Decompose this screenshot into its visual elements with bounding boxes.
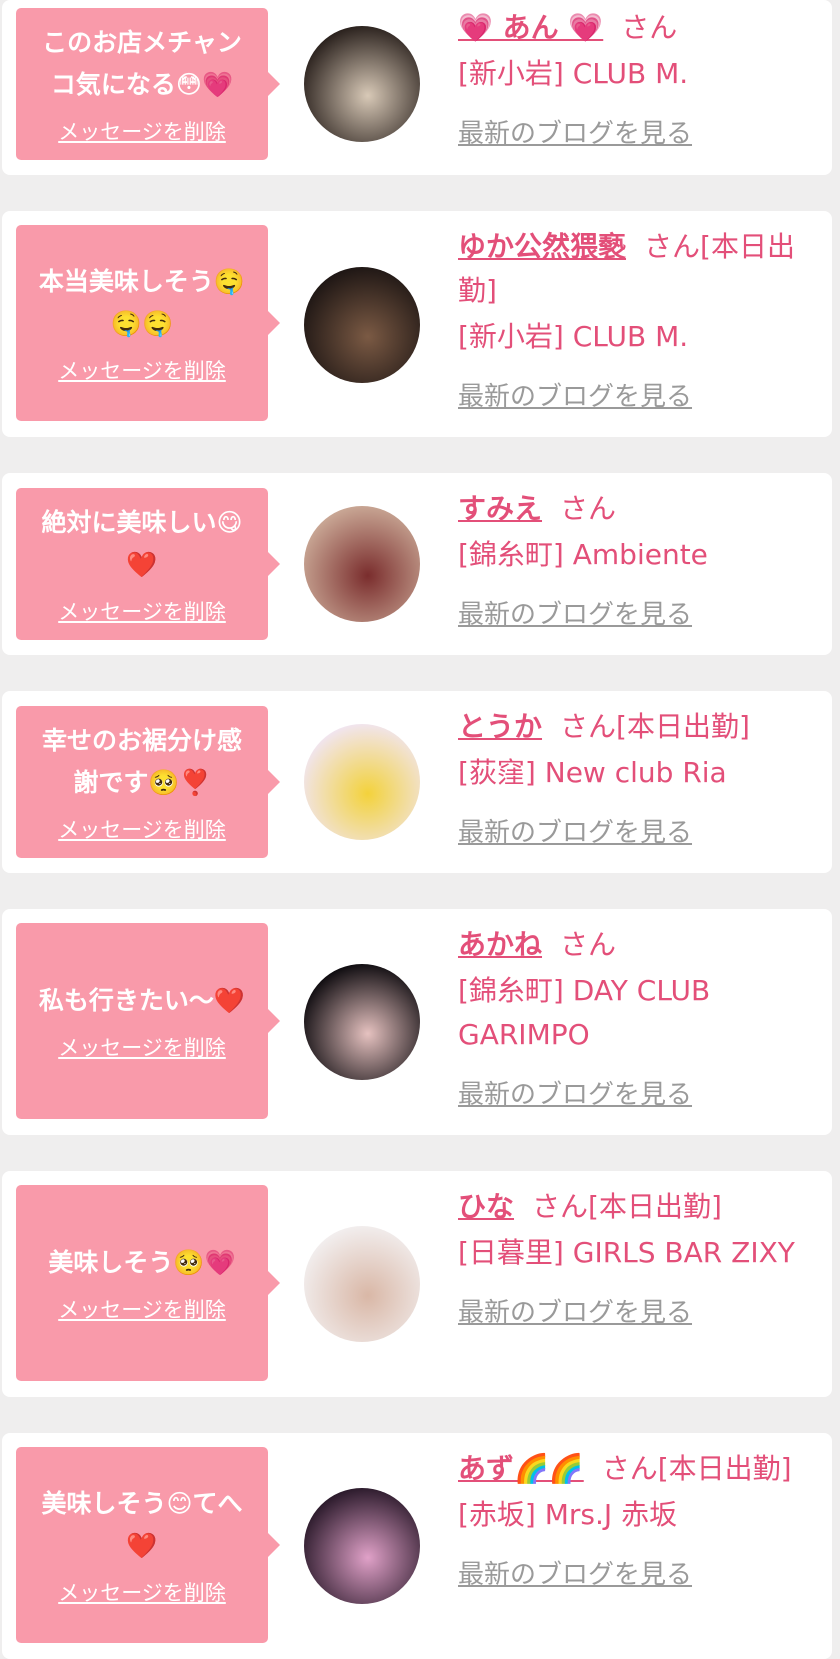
name-line: あかね さん	[458, 923, 798, 967]
honorific: さん	[621, 11, 678, 44]
girl-name-link[interactable]: とうか	[458, 710, 542, 743]
name-line: すみえ さん	[458, 487, 798, 531]
message-card: このお店メチャン コ気になる😳💗 メッセージを削除 💗 あん 💗 さん [新小岩]…	[2, 0, 832, 175]
avatar[interactable]	[304, 506, 420, 622]
message-text: 美味しそう🥺💗	[48, 1248, 236, 1277]
girl-info: ゆか公然猥褻 さん[本日出勤] [新小岩] CLUB M. 最新のブログを見る	[458, 225, 798, 419]
delete-message-link[interactable]: メッセージを削除	[58, 814, 226, 844]
avatar[interactable]	[304, 1488, 420, 1604]
shop-name: [錦糸町] DAY CLUB GARIMPO	[458, 974, 711, 1051]
message-bubble: 幸せのお裾分け感 謝です🥺❣️ メッセージを削除	[16, 706, 280, 858]
message-bubble: 美味しそう😊てへ ❤️ メッセージを削除	[16, 1447, 280, 1643]
latest-blog-link[interactable]: 最新のブログを見る	[458, 1291, 692, 1335]
girl-info: 💗 あん 💗 さん [新小岩] CLUB M. 最新のブログを見る	[458, 6, 798, 156]
avatar[interactable]	[304, 724, 420, 840]
name-line: とうか さん[本日出勤]	[458, 705, 798, 749]
message-bubble: 絶対に美味しい😋 ❤️ メッセージを削除	[16, 488, 280, 640]
message-card: 私も行きたい〜❤️ メッセージを削除 あかね さん [錦糸町] DAY CLUB …	[2, 909, 832, 1135]
girl-name-link[interactable]: あず🌈🌈	[458, 1452, 584, 1485]
name-line: ゆか公然猥褻 さん[本日出勤]	[458, 225, 798, 313]
girl-name-link[interactable]: ゆか公然猥褻	[458, 230, 626, 263]
delete-message-link[interactable]: メッセージを削除	[58, 1577, 226, 1607]
honorific: さん	[560, 928, 617, 961]
latest-blog-link[interactable]: 最新のブログを見る	[458, 811, 692, 855]
message-bubble: 私も行きたい〜❤️ メッセージを削除	[16, 923, 280, 1119]
avatar[interactable]	[304, 267, 420, 383]
shop-name: [錦糸町] Ambiente	[458, 538, 708, 571]
latest-blog-link[interactable]: 最新のブログを見る	[458, 1073, 692, 1117]
girl-info: あかね さん [錦糸町] DAY CLUB GARIMPO 最新のブログを見る	[458, 923, 798, 1117]
message-bubble: 本当美味しそう🤤 🤤🤤 メッセージを削除	[16, 225, 280, 421]
name-line: 💗 あん 💗 さん	[458, 6, 798, 50]
girl-info: ひな さん[本日出勤] [日暮里] GIRLS BAR ZIXY 最新のブログを見…	[458, 1185, 798, 1335]
message-card: 美味しそう🥺💗 メッセージを削除 ひな さん[本日出勤] [日暮里] GIRLS …	[2, 1171, 832, 1397]
honorific: さん[本日出勤]	[560, 710, 750, 743]
shop-name: [新小岩] CLUB M.	[458, 57, 689, 90]
shop-name: [荻窪] New club Ria	[458, 756, 727, 789]
girl-info: とうか さん[本日出勤] [荻窪] New club Ria 最新のブログを見る	[458, 705, 798, 855]
shop-name: [赤坂] Mrs.J 赤坂	[458, 1498, 678, 1531]
message-text: 私も行きたい〜❤️	[38, 986, 246, 1015]
girl-info: すみえ さん [錦糸町] Ambiente 最新のブログを見る	[458, 487, 798, 637]
shop-name: [日暮里] GIRLS BAR ZIXY	[458, 1236, 795, 1269]
girl-name-link[interactable]: ひな	[458, 1190, 514, 1223]
message-text: 絶対に美味しい😋 ❤️	[41, 508, 243, 579]
honorific: さん[本日出勤]	[601, 1452, 792, 1485]
delete-message-link[interactable]: メッセージを削除	[58, 355, 226, 385]
delete-message-link[interactable]: メッセージを削除	[58, 1294, 226, 1324]
latest-blog-link[interactable]: 最新のブログを見る	[458, 593, 692, 637]
girl-name-link[interactable]: 💗 あん 💗	[458, 11, 603, 44]
name-line: あず🌈🌈 さん[本日出勤]	[458, 1447, 798, 1491]
girl-info: あず🌈🌈 さん[本日出勤] [赤坂] Mrs.J 赤坂 最新のブログを見る	[458, 1447, 798, 1597]
delete-message-link[interactable]: メッセージを削除	[58, 596, 226, 626]
message-text: このお店メチャン コ気になる😳💗	[42, 28, 242, 99]
message-text: 本当美味しそう🤤 🤤🤤	[38, 267, 246, 338]
message-card: 美味しそう😊てへ ❤️ メッセージを削除 あず🌈🌈 さん[本日出勤] [赤坂] M…	[2, 1433, 832, 1659]
avatar[interactable]	[304, 964, 420, 1080]
message-bubble: このお店メチャン コ気になる😳💗 メッセージを削除	[16, 8, 280, 160]
latest-blog-link[interactable]: 最新のブログを見る	[458, 112, 692, 156]
honorific: さん	[560, 492, 617, 525]
message-text: 美味しそう😊てへ ❤️	[41, 1489, 243, 1560]
latest-blog-link[interactable]: 最新のブログを見る	[458, 1553, 692, 1597]
honorific: さん[本日出勤]	[532, 1190, 722, 1223]
delete-message-link[interactable]: メッセージを削除	[58, 1032, 226, 1062]
avatar[interactable]	[304, 26, 420, 142]
message-bubble: 美味しそう🥺💗 メッセージを削除	[16, 1185, 280, 1381]
message-card: 本当美味しそう🤤 🤤🤤 メッセージを削除 ゆか公然猥褻 さん[本日出勤] [新小岩…	[2, 211, 832, 437]
shop-name: [新小岩] CLUB M.	[458, 320, 689, 353]
message-card: 絶対に美味しい😋 ❤️ メッセージを削除 すみえ さん [錦糸町] Ambient…	[2, 473, 832, 655]
message-card: 幸せのお裾分け感 謝です🥺❣️ メッセージを削除 とうか さん[本日出勤] [荻窪…	[2, 691, 832, 873]
message-text: 幸せのお裾分け感 謝です🥺❣️	[41, 726, 242, 797]
girl-name-link[interactable]: すみえ	[458, 492, 542, 525]
avatar[interactable]	[304, 1226, 420, 1342]
latest-blog-link[interactable]: 最新のブログを見る	[458, 375, 692, 419]
name-line: ひな さん[本日出勤]	[458, 1185, 798, 1229]
delete-message-link[interactable]: メッセージを削除	[58, 116, 226, 146]
girl-name-link[interactable]: あかね	[458, 928, 542, 961]
